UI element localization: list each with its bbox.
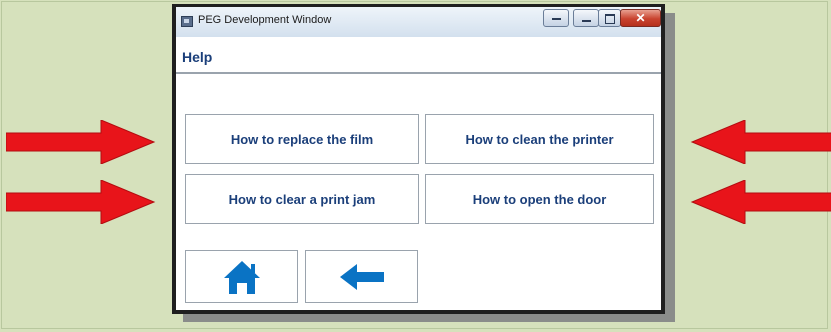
back-button[interactable] <box>305 250 418 303</box>
page-title: Help <box>182 49 213 65</box>
app-window: PEG Development Window ✕ Help How to rep… <box>172 4 665 314</box>
red-arrow-icon <box>690 120 831 164</box>
red-arrow-icon <box>690 180 831 224</box>
window-content: Help How to replace the film How to clea… <box>176 37 661 310</box>
home-button[interactable] <box>185 250 298 303</box>
window-title: PEG Development Window <box>198 14 332 26</box>
red-arrow-icon <box>6 120 156 164</box>
minimize-button[interactable] <box>543 9 569 27</box>
maximize-icon <box>605 14 615 24</box>
title-bar[interactable]: PEG Development Window ✕ <box>176 7 661 38</box>
close-button[interactable]: ✕ <box>620 9 661 27</box>
home-icon <box>223 260 260 294</box>
close-icon: ✕ <box>635 11 646 25</box>
minimize-button-secondary[interactable] <box>573 9 599 27</box>
app-icon <box>181 16 193 27</box>
red-arrow-icon <box>6 180 156 224</box>
minimize-icon <box>582 20 591 22</box>
clean-printer-button[interactable]: How to clean the printer <box>425 114 654 164</box>
clear-print-jam-button[interactable]: How to clear a print jam <box>185 174 419 224</box>
header-divider <box>176 72 661 74</box>
open-door-button[interactable]: How to open the door <box>425 174 654 224</box>
arrow-left-icon <box>339 263 384 290</box>
minimize-icon <box>552 18 561 20</box>
maximize-button[interactable] <box>598 9 621 27</box>
replace-film-button[interactable]: How to replace the film <box>185 114 419 164</box>
